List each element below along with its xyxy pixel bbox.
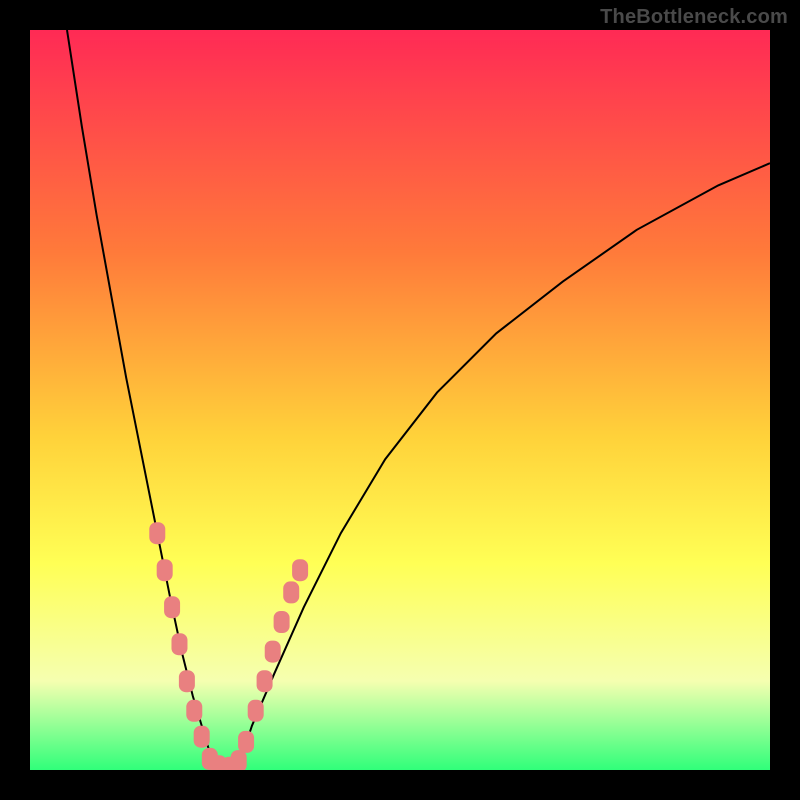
data-marker — [157, 559, 173, 581]
data-marker — [248, 700, 264, 722]
data-marker — [164, 596, 180, 618]
data-marker — [231, 750, 247, 770]
data-marker — [179, 670, 195, 692]
data-marker — [257, 670, 273, 692]
data-marker — [265, 641, 281, 663]
bottleneck-plot — [30, 30, 770, 770]
data-marker — [292, 559, 308, 581]
data-marker — [283, 581, 299, 603]
plot-area — [30, 30, 770, 770]
data-marker — [186, 700, 202, 722]
data-marker — [194, 726, 210, 748]
data-marker — [171, 633, 187, 655]
chart-frame: TheBottleneck.com — [0, 0, 800, 800]
data-marker — [238, 731, 254, 753]
data-marker — [274, 611, 290, 633]
watermark-text: TheBottleneck.com — [600, 6, 788, 29]
gradient-background — [30, 30, 770, 770]
data-marker — [149, 522, 165, 544]
